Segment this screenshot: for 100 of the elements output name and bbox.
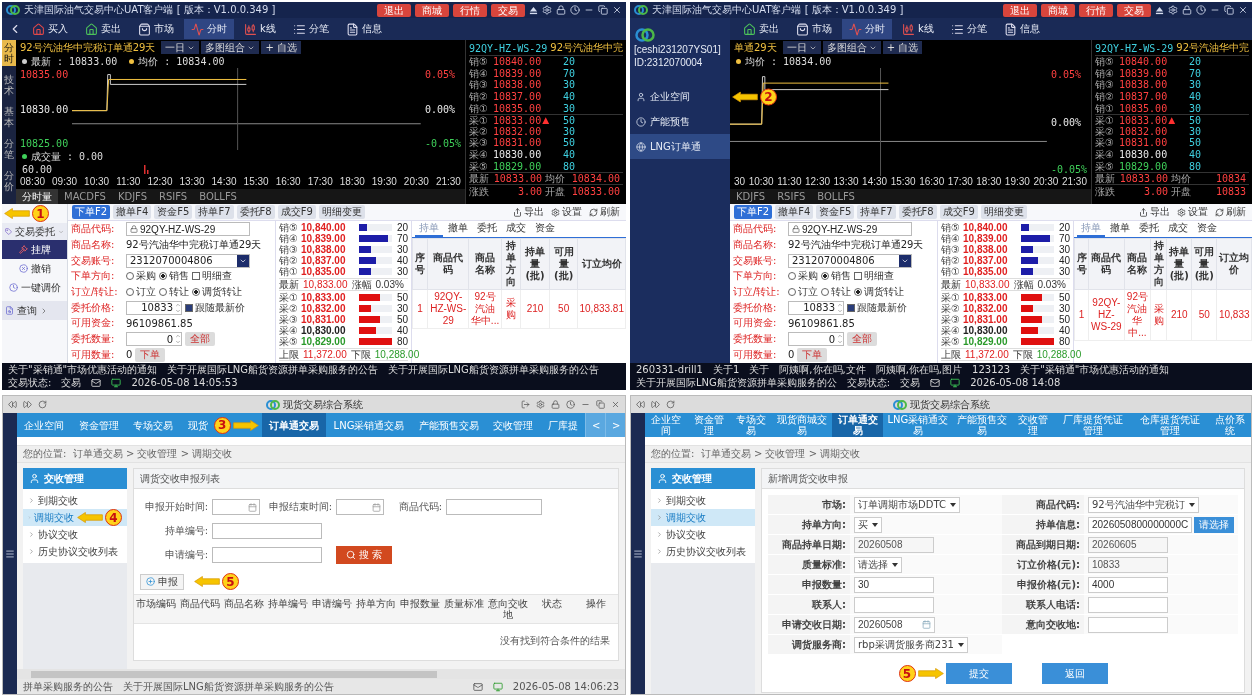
positions-tab[interactable]: 委托 <box>473 221 501 237</box>
number-field[interactable]: 0 <box>126 332 182 347</box>
header-button[interactable]: 退出 <box>1003 3 1037 17</box>
positions-tab[interactable]: 撤单 <box>1106 221 1134 237</box>
toolbar-button[interactable]: k线 <box>237 19 283 39</box>
positions-tab[interactable]: 资金 <box>531 221 559 237</box>
monitor-icon[interactable] <box>111 378 122 388</box>
side-tab[interactable]: 基本 <box>2 104 16 130</box>
side-menu-item[interactable]: 协议交收 <box>23 526 127 543</box>
nav-tab[interactable]: 现货商城交易 <box>772 413 833 437</box>
notice-text[interactable]: 关于开展国际LNG船货资源拼单采购服务的公告 <box>167 364 378 376</box>
header-button[interactable]: 行情 <box>453 3 487 17</box>
action-button[interactable]: 全部 <box>847 332 877 347</box>
toolbar-button[interactable]: 市场 <box>131 19 181 39</box>
action-button[interactable]: 全部 <box>185 332 215 347</box>
notice-text[interactable]: 阿姨啊,你在吗,文件 <box>779 364 866 376</box>
tool-link[interactable]: 刷新 <box>1213 205 1248 219</box>
nav-tab[interactable]: 资金管理 <box>687 413 730 437</box>
number-field[interactable]: 10833 <box>788 300 844 315</box>
refresh-icon[interactable] <box>38 400 47 409</box>
radio-option[interactable]: 调货转让 <box>192 285 242 299</box>
layout-select[interactable]: 多图组合 <box>822 41 881 54</box>
radio-option[interactable]: 销售 <box>159 269 189 284</box>
eject-icon[interactable] <box>1155 5 1164 15</box>
notice-text[interactable]: 123123 <box>972 364 1011 376</box>
spin-down-icon[interactable] <box>837 339 843 346</box>
toolbar-button[interactable]: 分笔 <box>943 19 994 39</box>
side-menu-item[interactable]: 到期交收 <box>23 492 127 509</box>
add-button[interactable]: 申报 <box>140 573 184 590</box>
radio-option[interactable]: 调货转让 <box>854 285 904 299</box>
tool-link[interactable]: 设置 <box>1175 205 1210 219</box>
toolbar-button[interactable]: 买入 <box>25 19 75 39</box>
header-button[interactable]: 交易 <box>1117 3 1151 17</box>
select-field[interactable]: 92号汽油华中完税订 <box>1088 496 1199 513</box>
nav-tab[interactable]: 点价系统 <box>1208 413 1251 437</box>
tool-link[interactable]: 刷新 <box>587 205 622 219</box>
function-tab[interactable]: 成交F9 <box>939 205 978 219</box>
nav-item[interactable]: 产能预售 <box>630 109 730 134</box>
nav-tab[interactable]: 厂库提货凭证管理 <box>1054 413 1132 437</box>
spin-up-icon[interactable] <box>837 333 843 340</box>
forward-icon[interactable] <box>651 400 660 409</box>
select-field[interactable]: 买 <box>854 516 882 533</box>
nav-tab[interactable]: 产能预售交易 <box>952 413 1013 437</box>
side-menu-item[interactable]: 到期交收 <box>651 492 755 509</box>
layout-select[interactable]: 多图组合 <box>201 41 260 54</box>
input-field[interactable]: 30 <box>854 576 934 593</box>
side-menu-item[interactable]: 历史协议交收列表 <box>651 543 755 560</box>
tool-link[interactable]: 设置 <box>549 205 584 219</box>
input-field[interactable] <box>212 547 322 563</box>
date-field[interactable] <box>212 499 260 515</box>
input-field[interactable]: 10833 <box>1088 556 1168 573</box>
function-tab[interactable]: 持单F7 <box>195 205 234 219</box>
notice-text[interactable]: 关于开展国际LNG船货资源拼单采购服务的公告 <box>123 679 334 694</box>
nav-tab[interactable]: 企业空间 <box>17 413 72 437</box>
input-field[interactable] <box>1088 596 1168 613</box>
nav-tab[interactable]: 仓库提货凭证管理 <box>1131 413 1209 437</box>
radio-option[interactable]: 转让 <box>159 285 189 299</box>
select-field[interactable]: 请选择 <box>854 556 902 573</box>
close-icon[interactable] <box>612 5 622 15</box>
toolbar-button[interactable]: 卖出 <box>736 19 786 39</box>
spin-up-icon[interactable] <box>837 301 843 308</box>
toolbar-button[interactable]: 信息 <box>338 19 389 39</box>
radio-option[interactable]: 销售 <box>821 269 851 284</box>
function-tab[interactable]: 资金F5 <box>816 205 855 219</box>
notice-text[interactable]: 阿姨啊,你在吗,图片 <box>875 364 963 376</box>
radio-option[interactable]: 订立 <box>788 285 818 299</box>
side-menu-item[interactable]: 调期交收 <box>651 509 755 526</box>
action-button[interactable]: 下单 <box>135 347 166 362</box>
side-menu-item[interactable]: 协议交收 <box>651 526 755 543</box>
positions-tab[interactable]: 委托 <box>1135 221 1163 237</box>
code-field[interactable]: 92QY-HZ-WS-29 <box>788 222 912 237</box>
checkbox[interactable]: 跟随最新价 <box>185 300 245 315</box>
input-field[interactable] <box>446 499 542 515</box>
clock-icon[interactable] <box>566 400 575 409</box>
date-field[interactable]: 20260508 <box>854 616 935 633</box>
indicator-tab[interactable]: RSIFS <box>153 189 194 204</box>
horizontal-scrollbar[interactable] <box>17 669 625 679</box>
radio-option[interactable]: 转让 <box>821 285 851 299</box>
header-button[interactable]: 行情 <box>1079 3 1113 17</box>
function-tab[interactable]: 下单F2 <box>734 205 773 219</box>
side-menu-item[interactable]: 调期交收 4 <box>23 509 127 526</box>
notice-text[interactable]: 关于"采销通"市场优惠活动的通知 <box>8 364 158 376</box>
nav-item[interactable]: 企业空间 <box>630 84 730 109</box>
indicator-tab[interactable]: BOLLFS <box>193 189 243 204</box>
function-tab[interactable]: 委托F8 <box>898 205 937 219</box>
header-button[interactable]: 退出 <box>377 3 411 17</box>
menu-item[interactable]: 挂牌 <box>2 240 67 259</box>
nav-tab[interactable]: 专场交易 <box>125 413 181 437</box>
spin-up-icon[interactable] <box>175 333 181 340</box>
side-tab[interactable]: 分笔 <box>2 136 16 162</box>
menu-item[interactable]: 撤销 <box>2 259 67 278</box>
restore-icon[interactable] <box>598 5 608 15</box>
menu-icon[interactable] <box>5 548 15 559</box>
action-button[interactable]: 下单 <box>797 347 828 362</box>
toolbar-button[interactable]: k线 <box>895 19 941 39</box>
checkbox[interactable]: 跟随最新价 <box>847 300 907 315</box>
indicator-tab[interactable]: BOLLFS <box>811 189 861 204</box>
function-tab[interactable]: 委托F8 <box>236 205 275 219</box>
tool-link[interactable]: 导出 <box>1137 205 1172 219</box>
settings-icon[interactable] <box>536 400 545 409</box>
